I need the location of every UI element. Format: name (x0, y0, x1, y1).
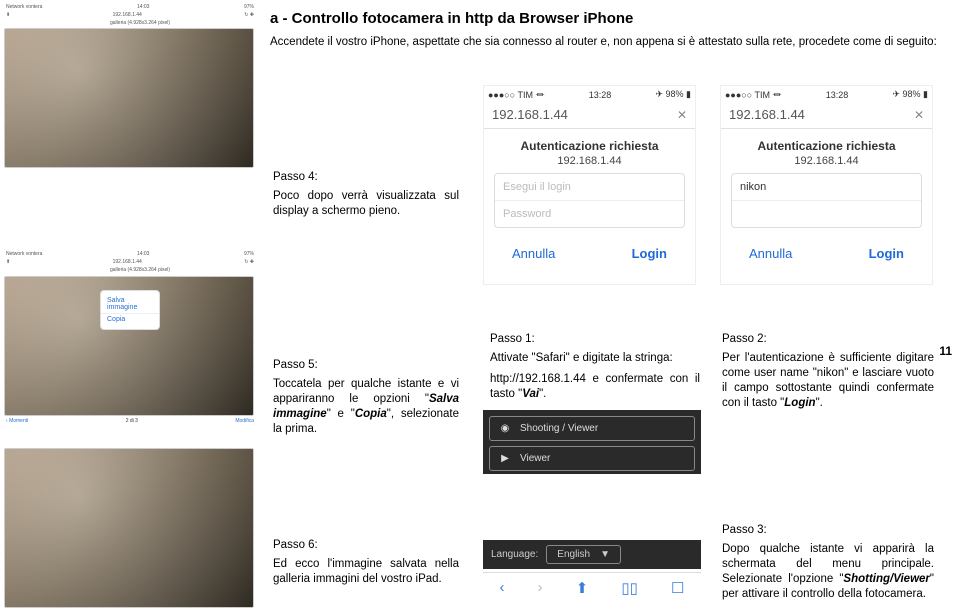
dropdown-icon: ▼ (600, 549, 610, 560)
screenshot-passo4 (4, 28, 254, 168)
context-popup: Salva immagine Copia (100, 290, 160, 330)
status-bar: ●●●○○ TIM ⏛ 13:28 ✈ 98% ▮ (484, 86, 695, 103)
passo6-text: Ed ecco l'immagine salvata nella galleri… (273, 557, 459, 587)
language-selector[interactable]: English ▼ (546, 545, 621, 564)
username-field-2[interactable]: nikon (732, 174, 921, 201)
close-icon-2[interactable]: ✕ (914, 108, 924, 122)
language-value: English (557, 549, 590, 560)
section-title: a - Controllo fotocamera in http da Brow… (270, 10, 633, 27)
intro-text: Accendete il vostro iPhone, aspettate ch… (270, 34, 940, 50)
thumb1-reload-icon: ↻ ✚ (244, 12, 254, 18)
thumb2-reload-icon: ↻ ✚ (244, 259, 254, 265)
passo1-text2: http://192.168.1.44 e confermate con il … (490, 372, 700, 402)
thumb2-time: 14:03 (137, 251, 150, 257)
address-bar[interactable]: 192.168.1.44 ✕ (484, 103, 695, 129)
camera-icon: ◉ (498, 424, 512, 434)
passo6-block: Passo 6: Ed ecco l'immagine salvata nell… (273, 539, 459, 587)
viewer-label: Viewer (520, 453, 550, 464)
thumb1-time: 14:03 (137, 4, 150, 10)
phone-auth-filled: ●●●○○ TIM ⏛ 13:28 ✈ 98% ▮ 192.168.1.44 ✕… (720, 85, 933, 285)
thumb1-share-icon: ⬆ (6, 12, 10, 18)
login-button-2[interactable]: Login (869, 246, 904, 261)
passo3-text: Dopo qualche istante vi apparirà la sche… (722, 542, 934, 602)
share-icon[interactable]: ⬆ (576, 579, 589, 597)
passo4-text: Poco dopo verrà visualizzata sul display… (273, 189, 459, 219)
passo2-block: Passo 2: Per l'autenticazione è sufficie… (722, 333, 934, 411)
auth-title: Autenticazione richiesta (484, 139, 695, 153)
passo1-text1: Attivate "Safari" e digitate la stringa: (490, 351, 700, 366)
passo1-label: Passo 1: (490, 333, 700, 345)
passo2-label: Passo 2: (722, 333, 934, 345)
close-icon[interactable]: ✕ (677, 108, 687, 122)
thumb2-carrier: Network vontera (6, 251, 42, 257)
phone-auth-empty: ●●●○○ TIM ⏛ 13:28 ✈ 98% ▮ 192.168.1.44 ✕… (483, 85, 696, 285)
shooting-viewer-option[interactable]: ◉ Shooting / Viewer (489, 416, 695, 441)
passo5-block: Passo 5: Toccatela per qualche istante e… (273, 359, 459, 437)
thumb1-ip: 192.168.1.44 (113, 12, 142, 18)
passo4-label: Passo 4: (273, 171, 459, 183)
browser-toolbar: ‹ › ⬆ ▯▯ ☐ (483, 572, 701, 602)
thumb3-count: 2 di 3 (126, 418, 138, 424)
language-label: Language: (491, 549, 538, 560)
auth-ip: 192.168.1.44 (484, 155, 695, 167)
language-panel: Language: English ▼ (483, 540, 701, 569)
popup-copy[interactable]: Copia (101, 313, 159, 325)
thumb3-back: ‹ Momenti (6, 418, 28, 424)
bookmarks-icon[interactable]: ▯▯ (621, 579, 638, 597)
passo2-text: Per l'autenticazione è sufficiente digit… (722, 351, 934, 411)
password-field[interactable]: Password (495, 201, 684, 227)
play-icon: ▶ (498, 454, 512, 464)
password-field-2[interactable] (732, 201, 921, 227)
cancel-button[interactable]: Annulla (512, 246, 555, 261)
thumb2-gallery-label: galleria (4.928x3.264 pixel) (110, 267, 170, 273)
auth-title-2: Autenticazione richiesta (721, 139, 932, 153)
cancel-button-2[interactable]: Annulla (749, 246, 792, 261)
viewer-option[interactable]: ▶ Viewer (489, 446, 695, 471)
auth-inputs-2: nikon (731, 173, 922, 228)
passo5-text: Toccatela per qualche istante e vi appar… (273, 377, 459, 437)
login-button[interactable]: Login (632, 246, 667, 261)
camera-menu-panel: ◉ Shooting / Viewer ▶ Viewer (483, 410, 701, 474)
popup-save[interactable]: Salva immagine (101, 295, 159, 313)
page-number: 11 (939, 344, 952, 358)
thumb3-modify: Modifica (235, 418, 254, 424)
thumb1-carrier: Network vontera (6, 4, 42, 10)
username-field[interactable]: Esegui il login (495, 174, 684, 201)
auth-inputs: Esegui il login Password (494, 173, 685, 228)
passo3-block: Passo 3: Dopo qualche istante vi apparir… (722, 524, 934, 602)
address-bar-2[interactable]: 192.168.1.44 ✕ (721, 103, 932, 129)
thumb1-batt: 97% (244, 4, 254, 10)
auth-ip-2: 192.168.1.44 (721, 155, 932, 167)
addr-ip: 192.168.1.44 (492, 107, 568, 122)
screenshot-passo6 (4, 448, 254, 608)
passo1-block: Passo 1: Attivate "Safari" e digitate la… (490, 333, 700, 402)
passo5-label: Passo 5: (273, 359, 459, 371)
thumb2-share-icon: ⬆ (6, 259, 10, 265)
shooting-viewer-label: Shooting / Viewer (520, 423, 598, 434)
forward-icon: › (538, 579, 543, 596)
thumb2-batt: 97% (244, 251, 254, 257)
thumb2-ip: 192.168.1.44 (113, 259, 142, 265)
passo6-label: Passo 6: (273, 539, 459, 551)
addr-ip-2: 192.168.1.44 (729, 107, 805, 122)
status-bar-2: ●●●○○ TIM ⏛ 13:28 ✈ 98% ▮ (721, 86, 932, 103)
passo4-block: Passo 4: Poco dopo verrà visualizzata su… (273, 171, 459, 219)
back-icon[interactable]: ‹ (500, 579, 505, 596)
thumb1-gallery-label: galleria (4.928x3.264 pixel) (110, 20, 170, 26)
tabs-icon[interactable]: ☐ (671, 579, 684, 597)
passo3-label: Passo 3: (722, 524, 934, 536)
